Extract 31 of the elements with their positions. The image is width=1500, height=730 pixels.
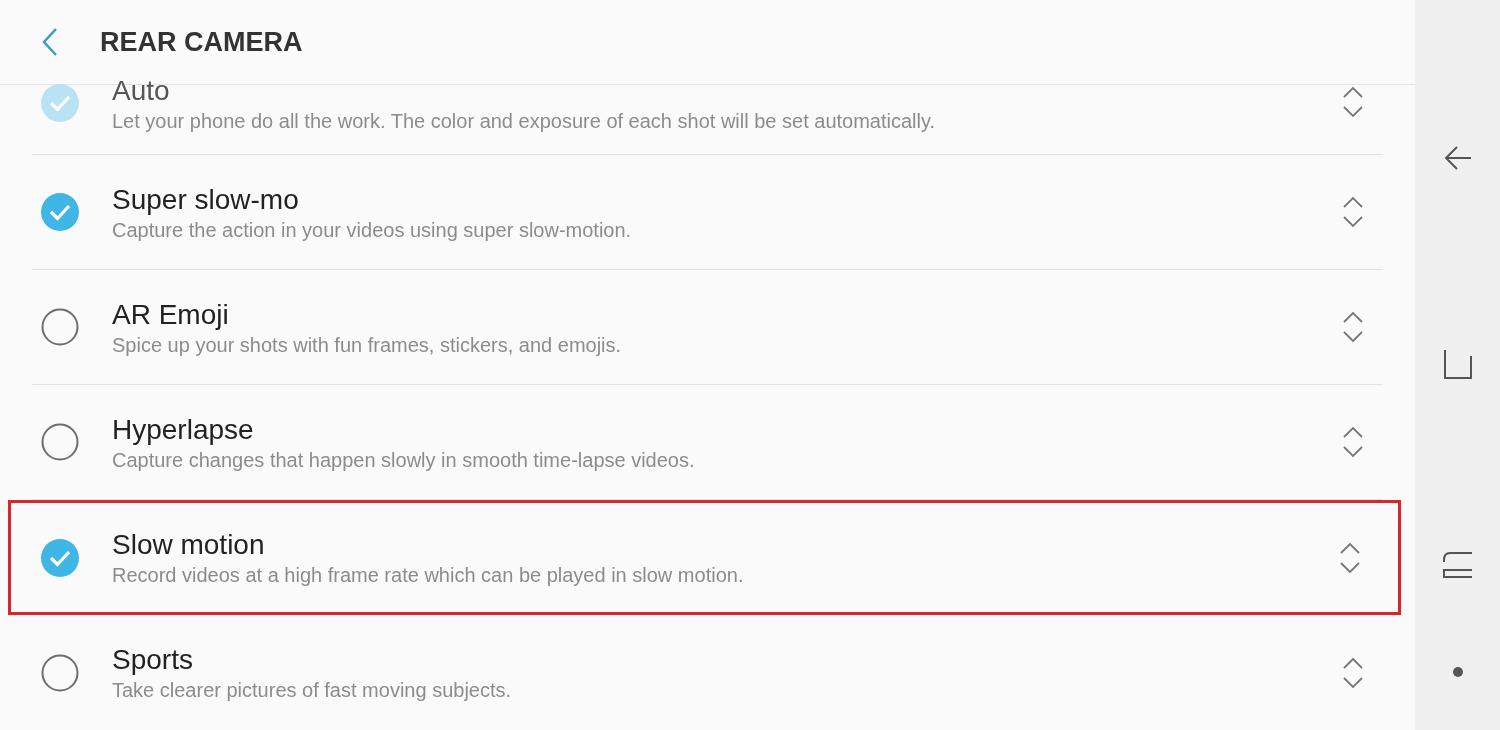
highlight-frame[interactable]: Slow motion Record videos at a high frame rate which can be played in slow motion. [8,500,1401,615]
return-nav-button[interactable] [1441,550,1474,580]
home-dot-button[interactable] [1451,666,1464,678]
mode-description: Record videos at a high frame rate which can be played in slow motion. [112,563,745,588]
reorder-handle-icon[interactable] [1341,655,1365,690]
unchecked-circle-icon[interactable] [40,307,80,347]
reorder-handle-icon[interactable] [1341,425,1365,459]
reorder-handle-icon[interactable] [1341,195,1365,229]
mode-row[interactable]: Sports Take clearer pictures of fast moving subjects. [32,615,1383,730]
mode-name: Slow motion [112,528,266,562]
mode-name: Hyperlapse [112,412,255,447]
mode-description: Take clearer pictures of fast moving subjects. [112,678,513,703]
page-title: REAR CAMERA [100,25,303,59]
mode-row[interactable]: Hyperlapse Capture changes that happen slowly in smooth time-lapse videos. [32,385,1383,500]
mode-name: Sports [112,643,194,677]
reorder-handle-icon[interactable] [1341,310,1365,344]
mode-description: Capture changes that happen slowly in smooth time-lapse videos. [112,447,696,473]
mode-row[interactable]: AR Emoji Spice up your shots with fun frames, stickers, and emojis. [32,270,1383,385]
mode-description: Let your phone do all the work. The color and exposure of each shot will be set automatically. [112,109,937,134]
unchecked-circle-icon[interactable] [40,652,80,693]
mode-row[interactable]: Super slow-mo Capture the action in your videos using super slow-motion. [32,155,1383,270]
checked-icon[interactable] [40,537,80,578]
mode-description: Capture the action in your videos using super slow-motion. [112,217,633,243]
mode-description: Spice up your shots with fun frames, stickers, and emojis. [112,332,623,358]
recents-button[interactable] [1442,348,1473,380]
mode-name: AR Emoji [112,297,230,332]
checked-icon[interactable] [40,192,80,232]
reorder-handle-icon[interactable] [1338,540,1362,575]
unchecked-circle-icon[interactable] [40,422,80,462]
back-icon [41,27,59,57]
mode-name: Super slow-mo [112,182,300,217]
